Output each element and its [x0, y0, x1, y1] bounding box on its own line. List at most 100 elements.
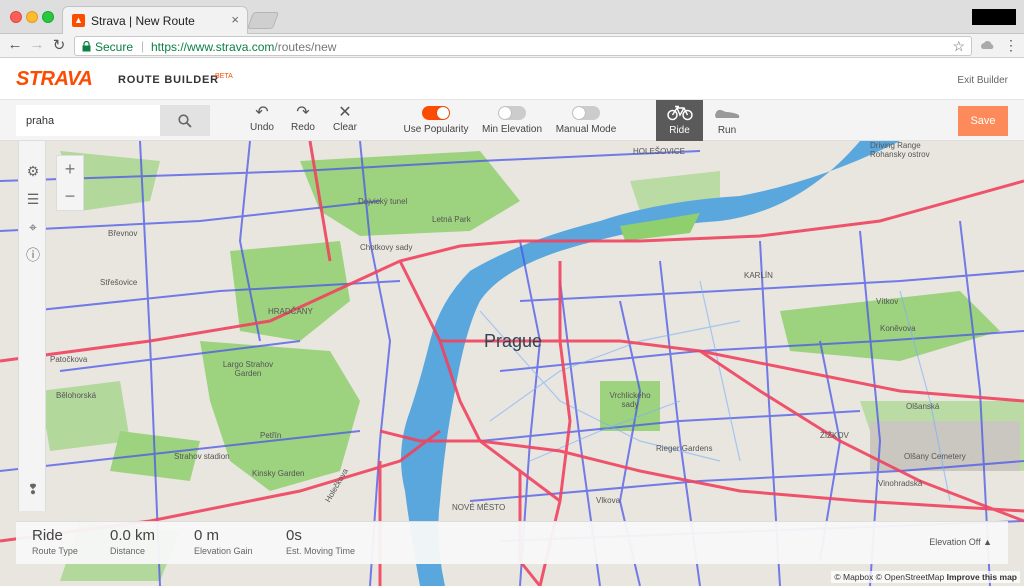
map-sidebar: ⚙ ☰ ⌖ ⓘ ❢ [18, 141, 46, 511]
ride-mode-button[interactable]: Ride [656, 100, 703, 141]
list-icon[interactable]: ☰ [25, 191, 41, 207]
url-path: /routes/new [274, 40, 337, 54]
heatmap-main-roads [0, 141, 1024, 586]
map-label: Olšanská [906, 402, 940, 411]
lock-icon [82, 41, 91, 52]
map-label: HRADČANY [268, 307, 313, 316]
clear-button[interactable]: ✕ Clear [330, 104, 360, 133]
map-label: ŽIŽKOV [820, 431, 849, 440]
toggle-switch-off[interactable] [498, 106, 526, 120]
shoe-icon [715, 109, 740, 118]
run-mode-button[interactable]: Run [705, 100, 749, 141]
save-button[interactable]: Save [958, 106, 1008, 136]
toggle-switch-off[interactable] [572, 106, 600, 120]
location-pin-icon[interactable]: ⌖ [25, 219, 41, 235]
improve-map-link[interactable]: Improve this map [947, 572, 1017, 582]
map-label: Vrchlického sady [609, 391, 651, 409]
use-popularity-toggle[interactable]: Use Popularity [402, 104, 470, 135]
minimize-window-button[interactable] [26, 11, 38, 23]
stat-value: 0 m [194, 527, 220, 544]
strava-header: STRAVA ROUTE BUILDER BETA Exit Builder [0, 59, 1024, 100]
map-label: Kinsky Garden [252, 469, 305, 478]
tab-title: Strava | New Route [91, 14, 195, 28]
profile-badge[interactable] [972, 9, 1016, 25]
map-label: Letná Park [432, 215, 471, 224]
maximize-window-button[interactable] [42, 11, 54, 23]
map-label: Vinohradská [878, 479, 923, 488]
map-canvas[interactable] [0, 141, 1024, 586]
manual-mode-toggle[interactable]: Manual Mode [554, 104, 618, 135]
zoom-in-button[interactable]: + [57, 156, 83, 183]
elevation-toggle[interactable]: Elevation Off ▲ [929, 537, 992, 547]
route-controls: ↶ Undo ↷ Redo ✕ Clear Use Popularity Min… [0, 100, 1024, 141]
elevation-gain-stat: 0 m Elevation Gain [194, 527, 253, 556]
zoom-controls: + − [56, 155, 84, 211]
map-parks [40, 151, 1024, 581]
map-label: Dejvický tunel [358, 197, 408, 206]
extension-cloud-icon[interactable] [980, 39, 994, 53]
redo-icon: ↷ [296, 104, 310, 121]
map-label: Rieger Gardens [656, 444, 713, 453]
address-bar[interactable]: Secure | https://www.strava.com/routes/n… [74, 36, 972, 56]
map-label: Vítkov [876, 297, 899, 306]
url-host: https://www.strava.com [151, 40, 275, 54]
secure-label: Secure [95, 40, 134, 54]
alert-pin-icon[interactable]: ❢ [25, 481, 41, 497]
bookmark-star-icon[interactable]: ☆ [952, 38, 965, 55]
browser-titlebar: ▲ Strava | New Route × [0, 0, 1024, 34]
browser-tab[interactable]: ▲ Strava | New Route × [62, 6, 248, 34]
map-label: KARLÍN [744, 271, 773, 280]
ride-label: Ride [669, 125, 690, 136]
undo-label: Undo [250, 122, 274, 133]
browser-toolbar: ← → ↻ Secure | https://www.strava.com/ro… [0, 34, 1024, 58]
run-label: Run [717, 125, 737, 136]
map-label: HOLEŠOVICE [633, 147, 686, 156]
reload-icon[interactable]: ↻ [50, 36, 68, 54]
location-search-input[interactable] [16, 105, 160, 136]
toggle-label: Manual Mode [555, 124, 617, 135]
map-label: Vlkova [596, 496, 621, 505]
toggle-label: Min Elevation [481, 124, 543, 135]
info-icon[interactable]: ⓘ [25, 247, 41, 263]
search-button[interactable] [160, 105, 210, 136]
gear-icon[interactable]: ⚙ [25, 163, 41, 179]
strava-logo[interactable]: STRAVA [16, 68, 93, 91]
new-tab-button[interactable] [246, 12, 280, 29]
url-text: https://www.strava.com/routes/new [151, 40, 336, 54]
zoom-out-button[interactable]: − [57, 183, 83, 210]
page-title: ROUTE BUILDER [118, 74, 219, 86]
browser-menu-icon[interactable]: ⋮ [1004, 38, 1018, 52]
clear-icon: ✕ [338, 104, 352, 121]
search-icon [178, 114, 192, 128]
stat-label: Distance [110, 546, 146, 556]
map-label: Chotkovy sady [360, 243, 413, 252]
redo-button[interactable]: ↷ Redo [289, 104, 317, 133]
url-separator: | [141, 39, 145, 53]
undo-button[interactable]: ↶ Undo [248, 104, 276, 133]
map-label: Strahov stadion [174, 452, 230, 461]
exit-builder-link[interactable]: Exit Builder [957, 75, 1008, 86]
map-attribution: © Mapbox © OpenStreetMap Improve this ma… [831, 571, 1020, 583]
clear-label: Clear [333, 122, 357, 133]
attribution-text[interactable]: © Mapbox © OpenStreetMap [834, 572, 944, 582]
map-label: Střešovice [100, 278, 138, 287]
min-elevation-toggle[interactable]: Min Elevation [480, 104, 544, 135]
map-label: Bělohorská [56, 391, 97, 400]
close-window-button[interactable] [10, 11, 22, 23]
map-label: Patočkova [50, 355, 88, 364]
map-label: Břevnov [108, 229, 138, 238]
toggle-switch-on[interactable] [422, 106, 450, 120]
stat-label: Elevation Gain [194, 546, 253, 556]
stat-value: 0.0 km [110, 527, 156, 544]
route-type-stat: Ride Route Type [32, 527, 78, 556]
stat-value: Ride [32, 527, 63, 544]
tab-close-icon[interactable]: × [231, 12, 239, 27]
map-label: NOVÉ MĚSTO [452, 503, 506, 512]
map-label: Koněvova [880, 324, 916, 333]
back-icon[interactable]: ← [6, 36, 24, 53]
route-map[interactable]: HOLEŠOVICE Letná Park Chotkovy sady Dejv… [0, 141, 1024, 586]
forward-icon[interactable]: → [28, 36, 46, 53]
moving-time-stat: 0s Est. Moving Time [286, 527, 355, 556]
toggle-label: Use Popularity [403, 124, 469, 135]
stat-label: Route Type [32, 546, 78, 556]
